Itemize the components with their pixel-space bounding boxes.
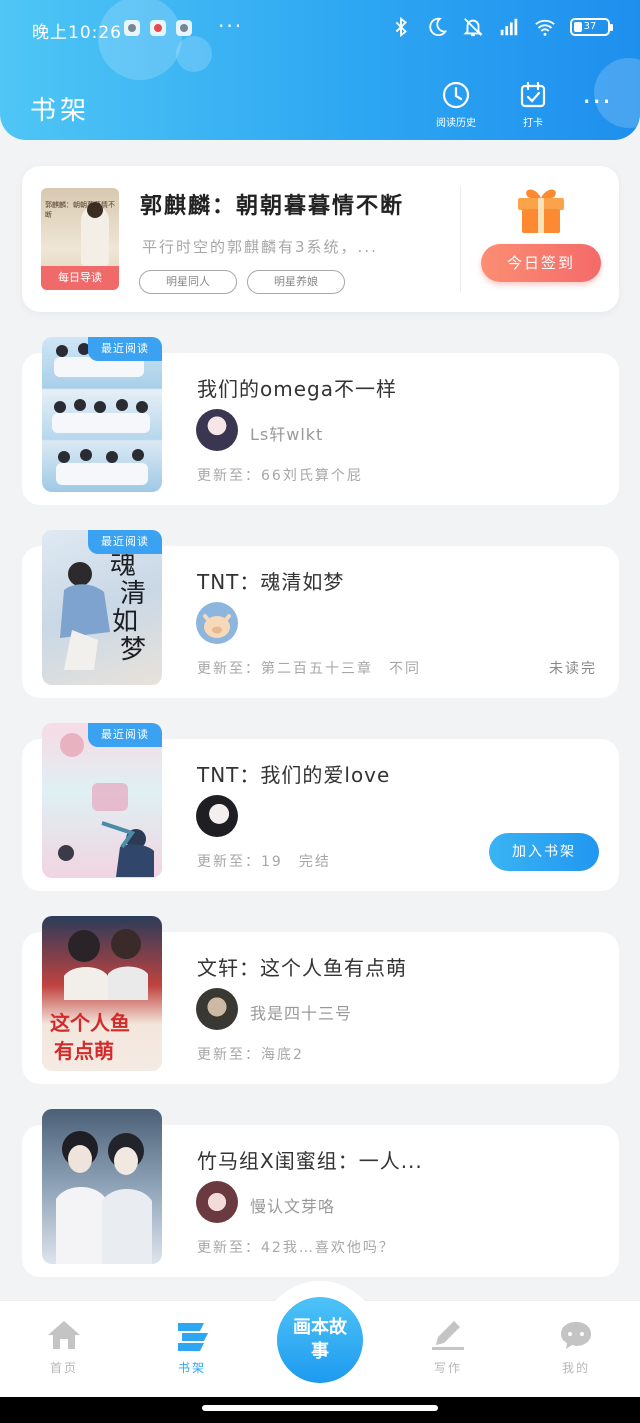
read-status: 未读完 [549,661,597,677]
svg-text:清: 清 [120,579,146,609]
checkin-button[interactable]: 打卡 [518,80,548,129]
gift-icon [518,189,564,233]
cover-figure-head [87,202,103,218]
bluetooth-icon [395,16,407,38]
book-cover[interactable]: 魂 清 如 梦 最近阅读 [42,530,162,685]
svg-text:这个人鱼: 这个人鱼 [50,1011,130,1035]
cover-illustration: 这个人鱼 有点萌 [50,929,148,1063]
author-name[interactable]: 慢认文芽咯 [250,1193,335,1217]
battery-level: 37 [583,21,597,32]
book-item[interactable]: 这个人鱼 有点萌 文轩：这个人鱼有点萌 我是四十三号 更新至：海底2 [22,916,619,1084]
add-to-shelf-button[interactable]: 加入书架 [489,833,599,871]
book-cover[interactable] [42,1109,162,1264]
pig-avatar-icon [203,614,231,638]
system-gesture-area [0,1397,640,1423]
camera-app-icon [176,20,192,36]
pencil-icon [432,1321,464,1350]
bookshelf-icon [178,1323,208,1351]
divider [460,186,461,292]
wifi-icon [535,19,555,36]
author-avatar[interactable] [196,795,238,837]
book-title[interactable]: 文轩：这个人鱼有点萌 [197,952,407,981]
author-avatar[interactable] [196,409,238,451]
book-title[interactable]: 我们的omega不一样 [197,373,397,402]
system-icons: 37 [390,16,613,38]
daily-guide-badge: 每日导读 [41,266,119,290]
recommend-book-cover[interactable]: 郭麒麟：朝朝暮暮情不断 每日导读 [41,188,119,290]
author-avatar[interactable] [196,988,238,1030]
recommend-book-description: 平行时空的郭麒麟有3系统，... [142,238,378,256]
book-item[interactable]: 魂 清 如 梦 最近阅读 TNT：魂清如梦 更新至：第二百五十三章 不同 未读完 [22,530,619,698]
daily-signin-button[interactable]: 今日签到 [481,244,601,282]
camera-app-icon [124,20,140,36]
latest-chapter: 更新至：42我…喜欢他吗？ [197,1240,395,1256]
reading-history-button[interactable]: 阅读历史 [436,80,476,129]
nav-mine-label: 我的 [561,1361,590,1375]
signal-icon [500,18,518,36]
recommend-book-title[interactable]: 郭麒麟：朝朝暮暮情不断 [140,188,404,220]
book-title[interactable]: TNT：我们的爱love [197,759,390,788]
tag-item[interactable]: 明星同人 [139,270,237,294]
cover-illustration [56,1131,152,1264]
recent-read-badge: 最近阅读 [88,337,162,361]
nav-mine[interactable]: 我的 [536,1319,616,1376]
latest-chapter: 更新至：第二百五十三章 不同 [197,661,421,677]
clock-icon [442,81,470,109]
book-title[interactable]: 竹马组X闺蜜组：一人... [197,1145,423,1174]
author-name[interactable]: Ls轩wlkt [250,421,323,445]
svg-text:魂: 魂 [110,551,136,581]
daily-recommend-card[interactable]: 郭麒麟：朝朝暮暮情不断 每日导读 郭麒麟：朝朝暮暮情不断 平行时空的郭麒麟有3系… [22,166,619,312]
more-menu-button[interactable]: ··· [582,88,612,116]
status-bar: 晚上10:26 ··· 37 [0,0,640,62]
recent-read-badge: 最近阅读 [88,530,162,554]
book-item[interactable]: 最近阅读 我们的omega不一样 Ls轩wlkt 更新至：66刘氏算个屁 [22,337,619,505]
book-cover[interactable]: 这个人鱼 有点萌 [42,916,162,1071]
book-cover[interactable]: 最近阅读 [42,337,162,492]
author-name[interactable]: 我是四十三号 [250,1000,352,1024]
nav-home-label: 首页 [49,1361,78,1375]
tag-item[interactable]: 明星养娘 [247,270,345,294]
book-item[interactable]: 竹马组X闺蜜组：一人... 慢认文芽咯 更新至：42我…喜欢他吗？ [22,1109,619,1277]
book-item[interactable]: 最近阅读 TNT：我们的爱love 更新至：19 完结 加入书架 [22,723,619,891]
svg-text:如: 如 [112,607,138,637]
page-title: 书架 [30,96,91,126]
home-icon [48,1321,80,1349]
notification-icons [124,20,192,36]
more-notifications-icon: ··· [218,14,244,38]
checkin-label: 打卡 [523,118,543,129]
nav-write-label: 写作 [433,1361,462,1375]
latest-chapter: 更新至：66刘氏算个屁 [197,468,363,484]
latest-chapter: 更新至：海底2 [197,1047,304,1063]
book-cover[interactable]: 最近阅读 [42,723,162,878]
calendar-check-icon [520,81,546,108]
chat-bubble-icon [561,1322,591,1349]
latest-chapter: 更新至：19 完结 [197,854,331,870]
weibo-app-icon [150,20,166,36]
reading-history-label: 阅读历史 [436,118,476,129]
home-indicator-bar[interactable] [202,1405,438,1411]
header: 晚上10:26 ··· 37 书架 阅读历史 打卡 ··· [0,0,640,140]
author-avatar[interactable] [196,1181,238,1223]
nav-shelf[interactable]: 书架 [152,1319,232,1376]
svg-text:梦: 梦 [120,635,146,665]
nav-home[interactable]: 首页 [24,1319,104,1376]
nav-write[interactable]: 写作 [408,1319,488,1376]
recent-read-badge: 最近阅读 [88,723,162,747]
book-title[interactable]: TNT：魂清如梦 [197,566,344,595]
nav-story-button[interactable]: 画本故事 [277,1297,363,1383]
svg-text:有点萌: 有点萌 [54,1039,114,1063]
mute-bell-icon [463,18,483,37]
nav-shelf-label: 书架 [177,1361,206,1375]
moon-icon [429,17,448,37]
status-time: 晚上10:26 [32,23,122,43]
author-avatar[interactable] [196,602,238,644]
battery-icon: 37 [570,18,613,36]
